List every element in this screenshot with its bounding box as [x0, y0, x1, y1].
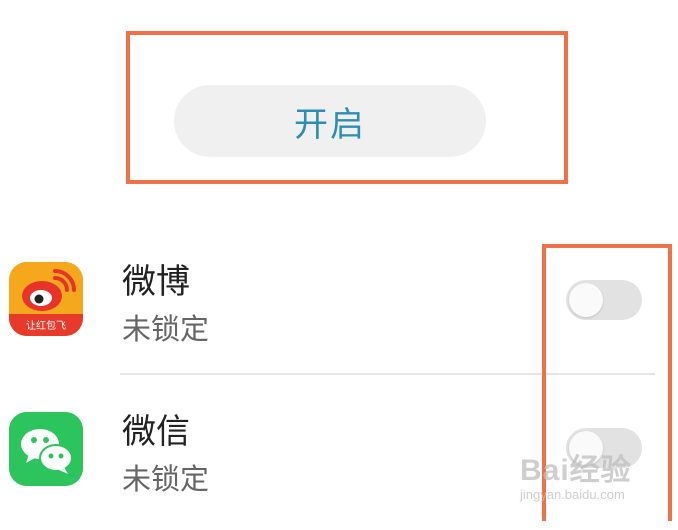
watermark-main: Bai经验: [520, 454, 632, 487]
baidu-watermark: Bai经验 jingyan.baidu.com: [520, 445, 670, 515]
enable-button[interactable]: 开启: [174, 85, 486, 157]
app-name: 微博: [122, 262, 190, 302]
wechat-icon: [9, 412, 83, 486]
weibo-icon-text: 让红包飞: [26, 319, 66, 332]
app-name: 微信: [122, 412, 190, 452]
watermark-sub: jingyan.baidu.com: [520, 487, 625, 502]
app-status: 未锁定: [122, 462, 210, 496]
weibo-icon: 让红包飞: [9, 262, 83, 336]
app-status: 未锁定: [122, 312, 210, 346]
